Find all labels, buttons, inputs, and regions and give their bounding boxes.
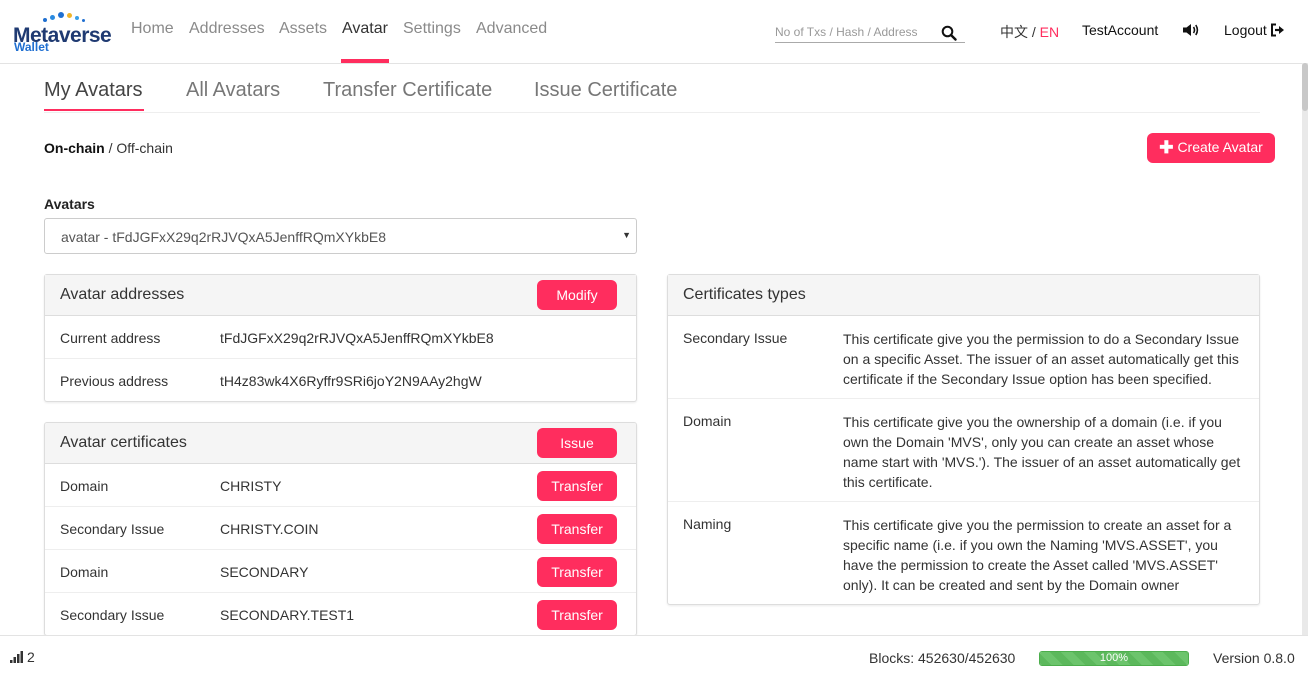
panel-title: Avatar certificates: [60, 434, 187, 451]
create-avatar-button[interactable]: ✚ Create Avatar: [1147, 133, 1275, 163]
signal-icon: [10, 651, 23, 663]
certificate-type: Secondary Issue: [60, 607, 165, 623]
status-footer: 2 Blocks: 452630/452630 100% Version 0.8…: [0, 635, 1308, 676]
tab-issue-certificate[interactable]: Issue Certificate: [534, 79, 677, 102]
certificate-row: Domain CHRISTY Transfer: [45, 464, 636, 506]
tab-my-avatars[interactable]: My Avatars: [44, 79, 143, 102]
row-label: Previous address: [60, 373, 169, 389]
offchain-link[interactable]: Off-chain: [116, 140, 173, 156]
previous-address-row: Previous address tH4z83wk4X6Ryffr9SRi6jo…: [45, 358, 636, 401]
address-rows: Current address tFdJGFxX29q2rRJVQxA5Jenf…: [45, 316, 636, 401]
lang-separator: /: [1031, 24, 1036, 40]
top-navbar: Metaverse Wallet Home Addresses Assets A…: [0, 0, 1308, 64]
certificate-type-description: This certificate give you the ownership …: [843, 414, 1241, 490]
certificate-name: CHRISTY.COIN: [220, 521, 319, 537]
plus-icon: ✚: [1159, 138, 1174, 157]
panel-header: Avatar certificates Issue: [45, 423, 636, 464]
panel-header: Avatar addresses Modify: [45, 275, 636, 316]
certificate-name: SECONDARY: [220, 564, 309, 580]
certificate-type-rows: Secondary Issue This certificate give yo…: [668, 316, 1259, 604]
block-height: Blocks: 452630/452630: [869, 650, 1016, 666]
certificate-type-row: Domain This certificate give you the own…: [668, 398, 1259, 501]
issue-button[interactable]: Issue: [537, 428, 617, 458]
transfer-button[interactable]: Transfer: [537, 471, 617, 501]
volume-icon[interactable]: [1182, 22, 1200, 38]
language-switch: 中文 / EN: [1000, 22, 1059, 42]
previous-address-value: tH4z83wk4X6Ryffr9SRi6joY2N9AAy2hgW: [220, 373, 482, 389]
search-box: [775, 22, 965, 43]
scrollbar-thumb[interactable]: [1302, 63, 1308, 111]
peers-indicator: 2: [10, 649, 35, 665]
lang-chinese[interactable]: 中文: [1000, 24, 1028, 40]
panel-title: Avatar addresses: [60, 286, 185, 303]
certificate-type-row: Secondary Issue This certificate give yo…: [668, 316, 1259, 398]
sync-progress-text: 100%: [1099, 652, 1129, 664]
current-address-value: tFdJGFxX29q2rRJVQxA5JenffRQmXYkbE8: [220, 330, 494, 346]
nav-avatar[interactable]: Avatar: [342, 20, 388, 38]
certificate-type: Domain: [60, 478, 109, 494]
certificate-type-description: This certificate give you the permission…: [843, 331, 1240, 387]
avatar-addresses-panel: Avatar addresses Modify Current address …: [44, 274, 637, 402]
certificate-name: SECONDARY.TEST1: [220, 607, 355, 623]
tab-all-avatars[interactable]: All Avatars: [186, 79, 280, 102]
search-input[interactable]: [775, 25, 925, 39]
lang-english[interactable]: EN: [1040, 24, 1059, 40]
nav-advanced[interactable]: Advanced: [476, 20, 547, 38]
logout-icon: [1270, 23, 1284, 37]
certificate-type-row: Naming This certificate give you the per…: [668, 501, 1259, 604]
certificate-row: Domain SECONDARY Transfer: [45, 549, 636, 592]
certificate-row: Secondary Issue SECONDARY.TEST1 Transfer: [45, 592, 636, 635]
current-address-row: Current address tFdJGFxX29q2rRJVQxA5Jenf…: [45, 316, 636, 358]
chain-switch: On-chain / Off-chain: [44, 140, 173, 156]
modify-button[interactable]: Modify: [537, 280, 617, 310]
panel-title: Certificates types: [683, 286, 806, 303]
tab-active-indicator: [44, 109, 144, 111]
peer-count: 2: [27, 649, 35, 665]
certificate-name: CHRISTY: [220, 478, 282, 494]
search-icon[interactable]: [941, 25, 957, 41]
panel-header: Certificates types: [668, 275, 1259, 316]
nav-home[interactable]: Home: [131, 20, 174, 38]
sync-progress-bar: 100%: [1039, 651, 1189, 666]
certificate-type-name: Secondary Issue: [683, 330, 788, 346]
avatar-select[interactable]: avatar - tFdJGFxX29q2rRJVQxA5JenffRQmXYk…: [44, 218, 637, 254]
certificate-rows: Domain CHRISTY Transfer Secondary Issue …: [45, 464, 636, 635]
nav-addresses[interactable]: Addresses: [189, 20, 265, 38]
account-name[interactable]: TestAccount: [1082, 22, 1158, 38]
nav-assets[interactable]: Assets: [279, 20, 327, 38]
app-version: Version 0.8.0: [1213, 650, 1295, 666]
tab-transfer-certificate[interactable]: Transfer Certificate: [323, 79, 492, 102]
certificate-type-name: Domain: [683, 413, 732, 429]
page-scrollbar[interactable]: [1302, 63, 1308, 635]
certificate-row: Secondary Issue CHRISTY.COIN Transfer: [45, 506, 636, 549]
logout-button[interactable]: Logout: [1224, 22, 1285, 38]
select-caret-icon: ▼: [622, 230, 631, 240]
metaverse-logo[interactable]: Metaverse Wallet: [13, 12, 113, 54]
certificate-types-panel: Certificates types Secondary Issue This …: [667, 274, 1260, 605]
avatar-select-value: avatar - tFdJGFxX29q2rRJVQxA5JenffRQmXYk…: [61, 229, 386, 245]
certificate-type-description: This certificate give you the permission…: [843, 517, 1232, 593]
certificate-type: Secondary Issue: [60, 521, 165, 537]
avatar-certificates-panel: Avatar certificates Issue Domain CHRISTY…: [44, 422, 637, 636]
nav-settings[interactable]: Settings: [403, 20, 461, 38]
row-label: Current address: [60, 330, 161, 346]
logout-label: Logout: [1224, 22, 1267, 38]
avatars-label: Avatars: [44, 196, 95, 212]
create-avatar-label: Create Avatar: [1177, 139, 1263, 155]
transfer-button[interactable]: Transfer: [537, 600, 617, 630]
logo-dots-icon: [43, 12, 89, 24]
avatar-tabs: My Avatars All Avatars Transfer Certific…: [44, 63, 1260, 113]
certificate-type-name: Naming: [683, 516, 732, 532]
transfer-button[interactable]: Transfer: [537, 514, 617, 544]
logo-subtext: Wallet: [14, 40, 49, 54]
chain-separator: /: [108, 140, 113, 156]
transfer-button[interactable]: Transfer: [537, 557, 617, 587]
certificate-type: Domain: [60, 564, 109, 580]
onchain-link[interactable]: On-chain: [44, 140, 105, 156]
